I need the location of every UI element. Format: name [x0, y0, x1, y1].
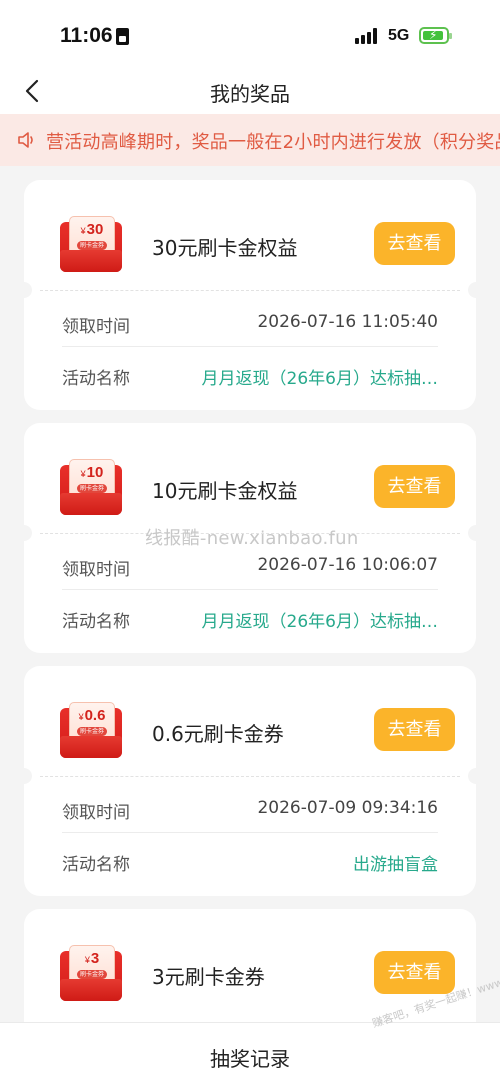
watermark: 线报酷-new.xianbao.fun [145, 528, 359, 549]
signal-icon [355, 28, 379, 44]
activity-name-link[interactable]: 月月返现（26年6月）达标抽… [202, 607, 438, 632]
coupon-tag: 刷卡金券 [77, 241, 107, 250]
claim-time-value: 2026-07-09 09:34:16 [257, 798, 438, 818]
coupon-amount: 30 [86, 221, 104, 238]
claim-time-value: 2026-07-16 11:05:40 [257, 312, 438, 332]
divider [40, 776, 460, 777]
coupon-tag: 刷卡金券 [77, 727, 107, 736]
coupon-icon: ¥10 刷卡金券 [60, 459, 122, 515]
claim-time-label: 领取时间 [62, 803, 130, 823]
view-button[interactable]: 去查看 [374, 222, 455, 265]
view-button[interactable]: 去查看 [374, 465, 455, 508]
coupon-icon: ¥30 刷卡金券 [60, 216, 122, 272]
claim-time-label: 领取时间 [62, 317, 130, 337]
battery-icon: ⚡ [419, 27, 452, 44]
coupon-tag: 刷卡金券 [77, 484, 107, 493]
view-button[interactable]: 去查看 [374, 708, 455, 751]
lottery-record-button[interactable]: 抽奖记录 [0, 1043, 500, 1072]
sim-card-icon [116, 28, 129, 45]
activity-name-label: 活动名称 [62, 855, 130, 875]
network-type: 5G [388, 27, 410, 44]
activity-name-label: 活动名称 [62, 612, 130, 632]
coupon-tag: 刷卡金券 [77, 970, 107, 979]
nav-bar: 我的奖品 [0, 70, 500, 114]
coupon-icon: ¥3 刷卡金券 [60, 945, 122, 1001]
coupon-icon: ¥0.6 刷卡金券 [60, 702, 122, 758]
prize-card: ¥0.6 刷卡金券 0.6元刷卡金券 去查看 领取时间 2026-07-09 0… [16, 666, 484, 896]
notice-text: 营活动高峰期时，奖品一般在2小时内进行发放（积分奖品 [46, 132, 500, 153]
bottom-bar: 抽奖记录 [0, 1022, 500, 1087]
coupon-amount: 10 [86, 464, 104, 481]
claim-time-value: 2026-07-16 10:06:07 [257, 555, 438, 575]
status-bar: 11:06 5G ⚡ [0, 0, 500, 70]
activity-name-label: 活动名称 [62, 369, 130, 389]
prize-name: 10元刷卡金权益 [152, 479, 298, 503]
speaker-icon [16, 130, 38, 150]
coupon-amount: 3 [90, 950, 100, 967]
status-time: 11:06 [60, 24, 113, 47]
notice-bar: 营活动高峰期时，奖品一般在2小时内进行发放（积分奖品 [0, 114, 500, 166]
prize-name: 30元刷卡金权益 [152, 236, 298, 260]
prize-name: 3元刷卡金券 [152, 965, 265, 989]
prize-card: ¥30 刷卡金券 30元刷卡金权益 去查看 领取时间 2026-07-16 11… [16, 180, 484, 410]
claim-time-label: 领取时间 [62, 560, 130, 580]
coupon-amount: 0.6 [84, 707, 106, 724]
view-button[interactable]: 去查看 [374, 951, 455, 994]
divider [40, 290, 460, 291]
activity-name-link[interactable]: 月月返现（26年6月）达标抽… [202, 364, 438, 389]
page-title: 我的奖品 [210, 82, 290, 106]
activity-name-link[interactable]: 出游抽盲盒 [353, 850, 438, 875]
prize-name: 0.6元刷卡金券 [152, 722, 284, 746]
